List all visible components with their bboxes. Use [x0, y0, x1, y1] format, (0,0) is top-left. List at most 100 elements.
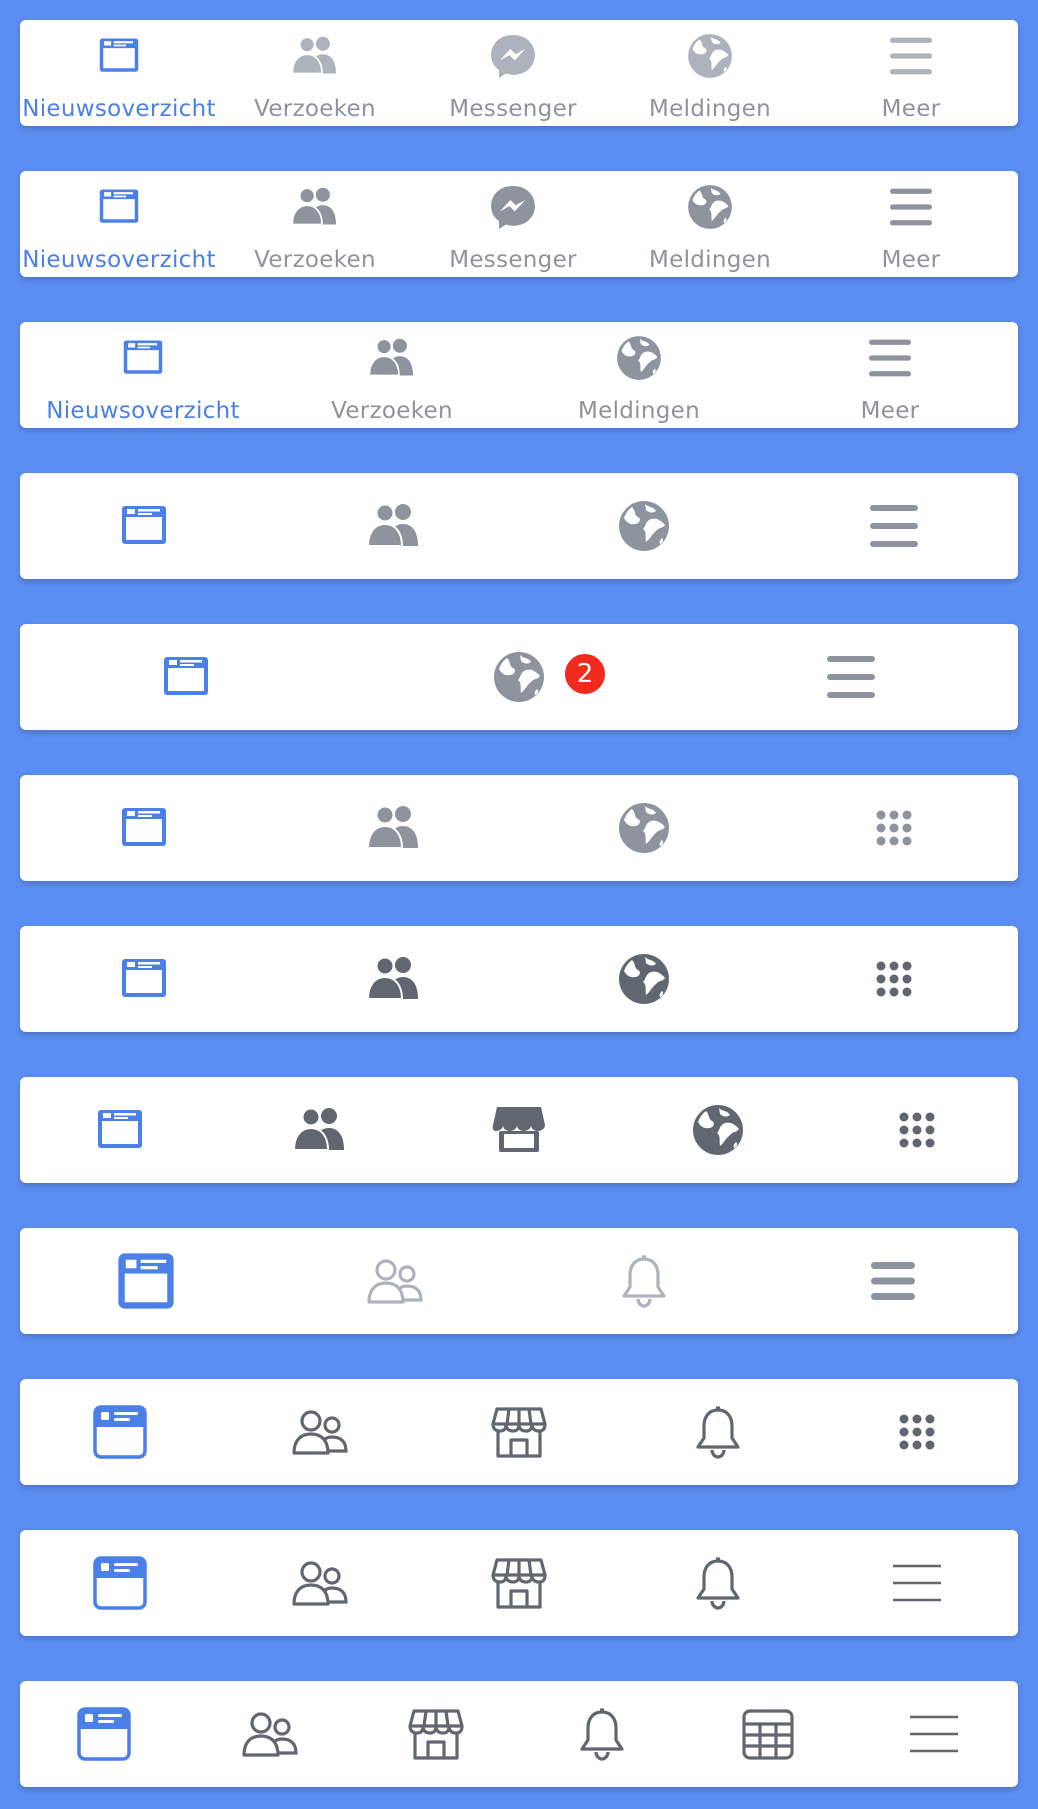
- tab-friend-requests[interactable]: [294, 926, 494, 1032]
- tab-friend-requests[interactable]: [294, 775, 494, 881]
- tab-marketplace[interactable]: [419, 1077, 619, 1183]
- friend-requests-icon: [362, 796, 426, 860]
- tab-label: Meldingen: [578, 398, 700, 424]
- news-feed-icon: [88, 1551, 152, 1615]
- tab-more[interactable]: [817, 1077, 1017, 1183]
- notifications-globe-icon: [682, 28, 738, 84]
- marketplace-icon: [487, 1098, 551, 1162]
- app-grid-icon: [885, 1400, 949, 1464]
- menu-icon: [883, 179, 939, 235]
- news-feed-icon: [91, 179, 147, 235]
- marketplace-outline-icon: [404, 1702, 468, 1766]
- tab-news-feed[interactable]: Nieuwsoverzicht: [43, 322, 243, 428]
- tab-bar-variant-4: [20, 473, 1018, 579]
- tab-bar-variant-2: Nieuwsoverzicht Verzoeken Messenger Meld…: [20, 171, 1018, 277]
- tab-friend-requests[interactable]: Verzoeken: [292, 322, 492, 428]
- news-feed-icon: [88, 1098, 152, 1162]
- tab-label: Meer: [860, 398, 920, 424]
- tab-more[interactable]: Meer: [790, 322, 990, 428]
- menu-icon: [862, 494, 926, 558]
- tab-notifications[interactable]: [544, 775, 744, 881]
- tab-more[interactable]: [794, 775, 994, 881]
- tab-notifications[interactable]: Meldingen: [610, 171, 810, 277]
- tab-label: Meer: [881, 96, 941, 122]
- tab-notifications[interactable]: [618, 1530, 818, 1636]
- news-feed-icon: [72, 1702, 136, 1766]
- tab-notifications[interactable]: Meldingen: [610, 20, 810, 126]
- tab-more[interactable]: Meer: [811, 171, 1011, 277]
- tab-notifications[interactable]: [544, 473, 744, 579]
- menu-icon: [862, 330, 918, 386]
- notifications-globe-icon: [612, 947, 676, 1011]
- tab-news-feed[interactable]: [44, 775, 244, 881]
- notifications-globe-icon: [612, 494, 676, 558]
- tab-label: Verzoeken: [254, 96, 376, 122]
- tab-label: Meldingen: [649, 96, 771, 122]
- tab-bar-variant-3: Nieuwsoverzicht Verzoeken Meldingen Meer: [20, 322, 1018, 428]
- tab-bar-variant-8: [20, 1077, 1018, 1183]
- tab-news-feed[interactable]: [44, 473, 244, 579]
- notifications-globe-icon: [611, 330, 667, 386]
- marketplace-outline-icon: [487, 1551, 551, 1615]
- tab-bar-variant-7: [20, 926, 1018, 1032]
- tab-news-feed[interactable]: [46, 1228, 246, 1334]
- tab-more[interactable]: [834, 1681, 1034, 1787]
- tab-label: Meer: [881, 247, 941, 273]
- tab-more[interactable]: [794, 926, 994, 1032]
- tab-more[interactable]: Meer: [811, 20, 1011, 126]
- marketplace-outline-icon: [487, 1400, 551, 1464]
- tab-notifications[interactable]: Meldingen: [539, 322, 739, 428]
- friends-outline-icon: [363, 1249, 427, 1313]
- tab-news-feed[interactable]: [44, 926, 244, 1032]
- tab-notifications[interactable]: [618, 1077, 818, 1183]
- news-feed-icon: [112, 494, 176, 558]
- friend-requests-icon: [362, 494, 426, 558]
- tab-news-feed[interactable]: [20, 1379, 220, 1485]
- messenger-icon: [485, 179, 541, 235]
- tab-news-feed[interactable]: [20, 1077, 220, 1183]
- tab-friend-requests[interactable]: Verzoeken: [215, 20, 415, 126]
- tab-news-feed[interactable]: Nieuwsoverzicht: [19, 20, 219, 126]
- tab-label: Nieuwsoverzicht: [22, 247, 216, 273]
- news-feed-icon: [88, 1400, 152, 1464]
- tab-bar-variant-12: [20, 1681, 1018, 1787]
- menu-icon: [883, 28, 939, 84]
- notification-count-badge: 2: [562, 651, 608, 697]
- tab-marketplace[interactable]: [419, 1379, 619, 1485]
- news-feed-icon: [112, 947, 176, 1011]
- friends-outline-icon: [288, 1551, 352, 1615]
- news-feed-icon: [115, 330, 171, 386]
- bell-icon: [686, 1400, 750, 1464]
- tab-friends[interactable]: [220, 1530, 420, 1636]
- tab-notifications[interactable]: [544, 1228, 744, 1334]
- tab-news-feed[interactable]: [20, 1530, 220, 1636]
- tab-news-feed[interactable]: Nieuwsoverzicht: [19, 171, 219, 277]
- tab-more[interactable]: [793, 1228, 993, 1334]
- friend-requests-icon: [287, 179, 343, 235]
- tab-more[interactable]: [794, 473, 994, 579]
- tab-messenger[interactable]: Messenger: [413, 171, 613, 277]
- tab-friend-requests[interactable]: [220, 1077, 420, 1183]
- friend-requests-icon: [287, 28, 343, 84]
- tab-news-feed[interactable]: [86, 624, 286, 730]
- tab-more[interactable]: [817, 1379, 1017, 1485]
- tab-friend-requests[interactable]: [294, 473, 494, 579]
- tab-bar-variant-5: 2: [20, 624, 1018, 730]
- bell-icon: [570, 1702, 634, 1766]
- tab-notifications[interactable]: [544, 926, 744, 1032]
- tab-more[interactable]: [817, 1530, 1017, 1636]
- menu-thin-icon: [885, 1551, 949, 1615]
- tab-friends[interactable]: [220, 1379, 420, 1485]
- tab-more[interactable]: [751, 624, 951, 730]
- tab-friends[interactable]: [295, 1228, 495, 1334]
- tab-marketplace[interactable]: [419, 1530, 619, 1636]
- tab-label: Nieuwsoverzicht: [22, 96, 216, 122]
- app-grid-icon: [862, 947, 926, 1011]
- tab-label: Verzoeken: [331, 398, 453, 424]
- tab-friend-requests[interactable]: Verzoeken: [215, 171, 415, 277]
- news-feed-icon: [91, 28, 147, 84]
- tab-messenger[interactable]: Messenger: [413, 20, 613, 126]
- tab-label: Nieuwsoverzicht: [46, 398, 240, 424]
- news-feed-icon: [154, 645, 218, 709]
- tab-notifications[interactable]: [618, 1379, 818, 1485]
